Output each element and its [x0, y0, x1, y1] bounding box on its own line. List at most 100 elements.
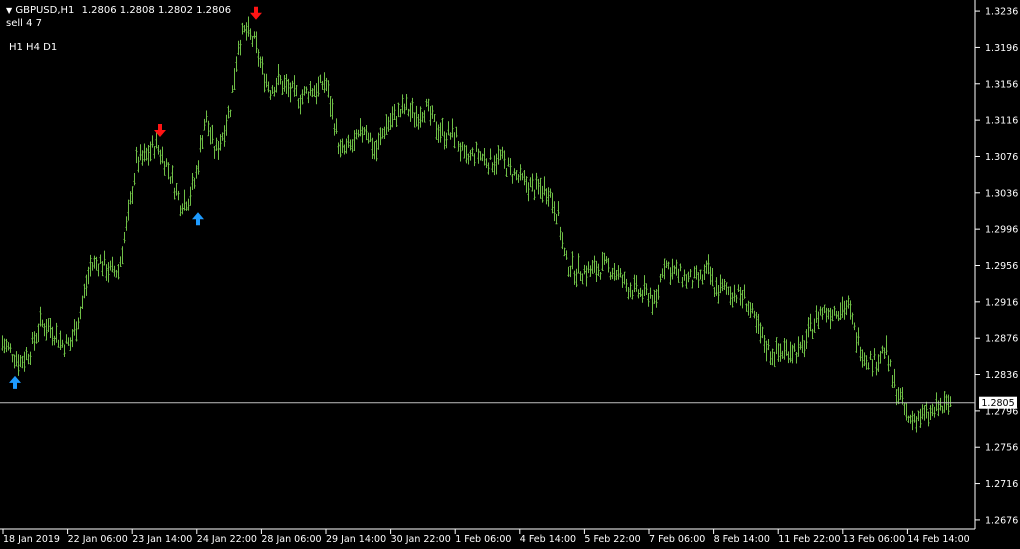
price-bar: [449, 132, 452, 140]
price-bar: [285, 73, 288, 94]
price-bar: [241, 22, 244, 35]
price-bar: [641, 289, 644, 303]
price-bar: [117, 264, 120, 280]
price-bar: [515, 170, 518, 181]
price-bar: [511, 173, 514, 184]
price-bar: [487, 162, 490, 175]
price-bar: [159, 149, 162, 165]
price-bar: [851, 312, 854, 325]
price-bar: [669, 267, 672, 286]
price-bar: [321, 80, 324, 90]
price-bar: [91, 262, 94, 271]
price-bar: [65, 334, 68, 345]
price-bar: [727, 286, 730, 296]
price-bar: [589, 265, 592, 277]
price-bar: [949, 396, 952, 408]
price-bar: [29, 351, 32, 365]
price-bar: [205, 110, 208, 123]
y-tick-label: 1.2716: [985, 479, 1018, 490]
price-bar: [943, 391, 946, 413]
price-bar: [921, 404, 924, 420]
y-tick-label: 1.2676: [985, 515, 1018, 526]
price-bar: [35, 333, 38, 344]
price-bar: [561, 232, 564, 250]
price-bar: [215, 137, 218, 151]
price-bar: [637, 289, 640, 299]
price-bar: [551, 192, 554, 214]
price-bar: [901, 387, 904, 405]
price-bar: [111, 256, 114, 273]
price-bar: [693, 266, 696, 279]
price-bar: [661, 268, 664, 278]
price-bar: [485, 158, 488, 169]
price-bar: [227, 105, 230, 119]
price-bar: [863, 352, 866, 367]
price-bar: [695, 265, 698, 280]
price-bar: [665, 260, 668, 269]
y-tick-label: 1.2996: [985, 225, 1018, 236]
price-bar: [329, 96, 332, 117]
price-bar: [57, 339, 60, 348]
price-bar: [663, 258, 666, 280]
price-bar: [225, 114, 228, 136]
price-bar: [799, 341, 802, 350]
price-bar: [925, 401, 928, 419]
price-bar: [299, 94, 302, 115]
price-bar: [607, 257, 610, 273]
price-bar: [393, 103, 396, 121]
price-bar: [569, 265, 572, 278]
price-bar: [481, 153, 484, 162]
price-bar: [775, 337, 778, 355]
price-bar: [703, 264, 706, 281]
price-bar: [369, 132, 372, 143]
price-bar: [313, 85, 316, 97]
price-bar: [81, 295, 84, 309]
price-bar: [5, 338, 8, 353]
price-bar: [337, 142, 340, 155]
price-bar: [355, 129, 358, 140]
price-bar: [467, 153, 470, 165]
price-bar: [707, 254, 710, 275]
price-bar: [513, 168, 516, 176]
price-bar: [539, 177, 542, 199]
price-chart[interactable]: 1.3236 1.3196 1.3156 1.3116 1.3076 1.3036 1.29…: [0, 0, 1020, 549]
price-bar: [279, 75, 282, 85]
price-bar: [471, 147, 474, 157]
price-bar: [335, 118, 338, 134]
price-bar: [653, 289, 656, 304]
price-bar: [429, 106, 432, 126]
price-bar: [49, 318, 52, 338]
price-bar: [519, 164, 522, 181]
price-bar: [685, 274, 688, 289]
price-bar: [933, 406, 936, 418]
price-bar: [565, 250, 568, 260]
price-bar: [85, 274, 88, 296]
price-bar: [413, 112, 416, 128]
price-bar: [217, 141, 220, 160]
price-bar: [171, 165, 174, 184]
price-bar: [3, 338, 6, 354]
price-bar: [625, 278, 628, 292]
price-bar: [55, 322, 58, 343]
y-tick-label: 1.2956: [985, 261, 1018, 272]
price-axis: 1.3236 1.3196 1.3156 1.3116 1.3076 1.3036 1.29…: [975, 7, 1018, 526]
price-bar: [595, 260, 598, 283]
price-bar: [501, 146, 504, 159]
price-bar: [41, 319, 44, 328]
price-bar: [165, 158, 168, 167]
price-bar: [803, 340, 806, 358]
price-bar: [617, 265, 620, 280]
price-bar: [185, 201, 188, 211]
price-bar: [793, 343, 796, 352]
price-bar: [795, 351, 798, 364]
price-bar: [591, 260, 594, 274]
sell-arrow-icon: [250, 6, 262, 20]
price-bar: [389, 113, 392, 130]
price-bar: [453, 132, 456, 149]
price-bar: [679, 263, 682, 272]
price-bar: [723, 279, 726, 290]
price-bar: [123, 231, 126, 244]
price-bar: [339, 139, 342, 158]
price-bar: [441, 117, 444, 136]
price-bar: [207, 120, 210, 137]
